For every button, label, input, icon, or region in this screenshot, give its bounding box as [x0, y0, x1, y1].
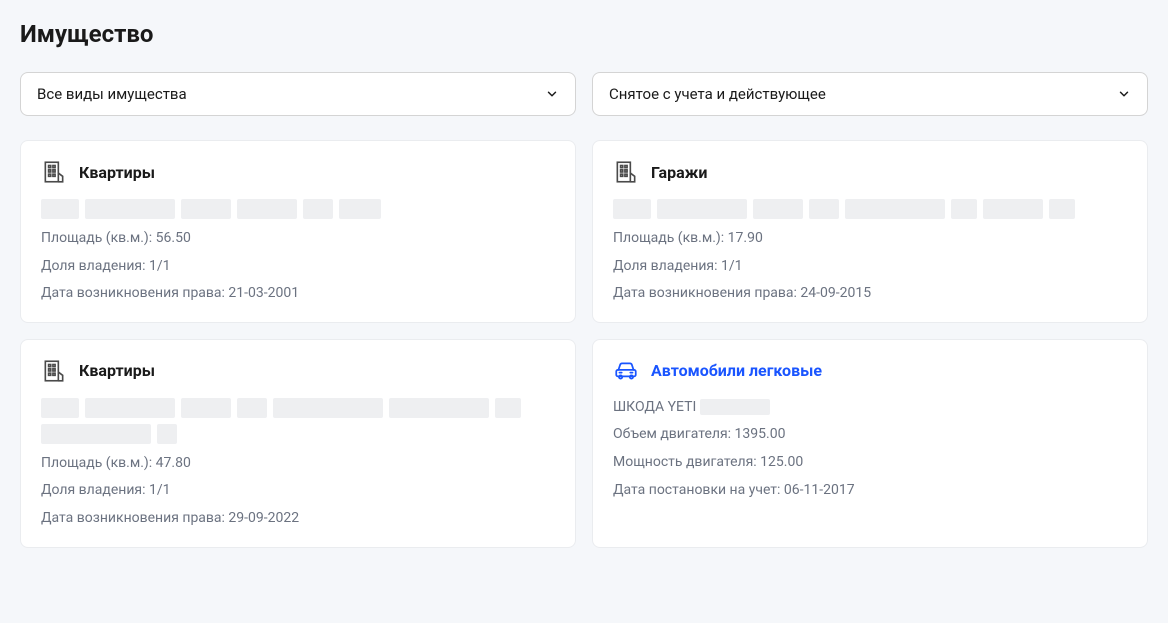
card-row-area: Площадь (кв.м.): 47.80	[41, 454, 555, 474]
property-card: Квартиры Площадь (кв.м.): 56.50 Доля вла…	[20, 140, 576, 323]
filter-status-label: Снятое с учета и действующее	[609, 85, 826, 103]
property-card: Квартиры Площадь (кв.м.): 47.80 Доля вла…	[20, 339, 576, 548]
card-row-area: Площадь (кв.м.): 56.50	[41, 229, 555, 249]
filter-type-label: Все виды имущества	[37, 85, 187, 103]
card-header: Гаражи	[613, 159, 1127, 185]
card-header: Квартиры	[41, 159, 555, 185]
card-row-area: Площадь (кв.м.): 17.90	[613, 229, 1127, 249]
card-title: Квартиры	[79, 361, 155, 380]
card-header: Автомобили легковые	[613, 358, 1127, 384]
card-row-date: Дата возникновения права: 21-03-2001	[41, 284, 555, 304]
page-title: Имущество	[20, 20, 1148, 48]
property-card: Гаражи Площадь (кв.м.): 17.90 Доля владе…	[592, 140, 1148, 323]
redacted-plate	[700, 399, 770, 415]
card-row-engine: Объем двигателя: 1395.00	[613, 425, 1127, 445]
card-row-date: Дата возникновения права: 24-09-2015	[613, 284, 1127, 304]
property-card: Автомобили легковые ШКОДА YETI Объем дви…	[592, 339, 1148, 548]
building-icon	[41, 358, 67, 384]
card-title: Гаражи	[651, 163, 707, 182]
filter-status[interactable]: Снятое с учета и действующее	[592, 72, 1148, 116]
card-row-regdate: Дата постановки на учет: 06-11-2017	[613, 481, 1127, 501]
card-title: Автомобили легковые	[651, 361, 822, 380]
redacted-address	[613, 199, 1127, 219]
filters-row: Все виды имущества Снятое с учета и дейс…	[20, 72, 1148, 116]
card-header: Квартиры	[41, 358, 555, 384]
building-icon	[41, 159, 67, 185]
building-icon	[613, 159, 639, 185]
cards-grid: Квартиры Площадь (кв.м.): 56.50 Доля вла…	[20, 140, 1148, 548]
card-row-date: Дата возникновения права: 29-09-2022	[41, 509, 555, 529]
redacted-address	[41, 398, 555, 444]
card-title: Квартиры	[79, 163, 155, 182]
chevron-down-icon	[1117, 87, 1131, 101]
card-row-power: Мощность двигателя: 125.00	[613, 453, 1127, 473]
chevron-down-icon	[545, 87, 559, 101]
card-row-share: Доля владения: 1/1	[613, 257, 1127, 277]
filter-property-type[interactable]: Все виды имущества	[20, 72, 576, 116]
card-row-share: Доля владения: 1/1	[41, 481, 555, 501]
card-vehicle-name: ШКОДА YETI	[613, 398, 1127, 418]
card-row-share: Доля владения: 1/1	[41, 257, 555, 277]
redacted-address	[41, 199, 555, 219]
car-icon	[613, 358, 639, 384]
